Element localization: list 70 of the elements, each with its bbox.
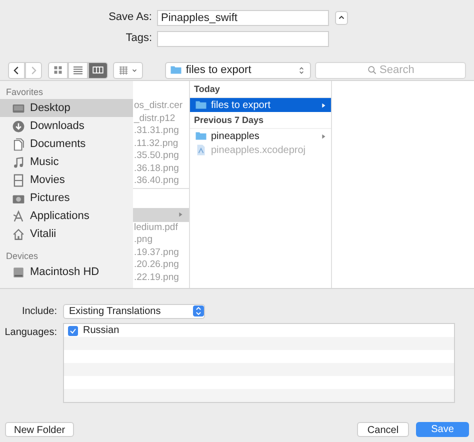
disclosure-arrow-icon bbox=[320, 102, 327, 108]
disclosure-arrow-icon bbox=[320, 132, 327, 140]
file-name[interactable]: .20.26.png bbox=[133, 259, 189, 272]
folder-row[interactable]: pineapples bbox=[190, 129, 331, 143]
list-icon bbox=[72, 64, 84, 76]
file-name[interactable]: .36.40.png bbox=[133, 175, 189, 188]
icon-grid-icon bbox=[52, 64, 64, 76]
field-label: Include: bbox=[20, 304, 58, 318]
field-label: Languages: bbox=[4, 326, 58, 340]
include-popup[interactable]: Existing Translations bbox=[63, 304, 205, 318]
sidebar-item[interactable]: Movies bbox=[0, 171, 133, 189]
house-icon bbox=[12, 228, 25, 240]
file-name[interactable]: ledium.pdf bbox=[133, 222, 189, 234]
music-note-icon bbox=[12, 156, 25, 168]
sidebar-item[interactable]: Music bbox=[0, 153, 133, 171]
project-file-icon bbox=[195, 144, 207, 156]
file-name[interactable]: os_distr.cer bbox=[133, 100, 189, 112]
stepper-icon bbox=[193, 304, 204, 318]
save-button[interactable]: Save bbox=[416, 422, 469, 437]
icon-view-button[interactable] bbox=[48, 62, 68, 78]
checkbox[interactable] bbox=[68, 326, 78, 336]
sidebar-item[interactable]: Pictures bbox=[0, 189, 133, 207]
sidebar-item[interactable]: Vitalii bbox=[0, 225, 133, 243]
text-field[interactable]: Pinapples_swift bbox=[157, 10, 329, 26]
field-label: Save As: bbox=[108, 10, 153, 26]
file-name[interactable]: .png bbox=[133, 234, 189, 246]
column-view-button[interactable] bbox=[88, 62, 108, 78]
download-icon bbox=[12, 120, 25, 132]
file-name[interactable]: .35.50.png bbox=[133, 150, 189, 162]
chevron-up-icon bbox=[337, 13, 346, 22]
document-icon bbox=[12, 138, 25, 150]
app-icon bbox=[12, 210, 25, 222]
folder-icon bbox=[195, 99, 207, 111]
sidebar-item[interactable]: Documents bbox=[0, 135, 133, 153]
file-name[interactable]: _distr.p12 bbox=[133, 112, 189, 125]
sidebar-item[interactable]: Macintosh HD bbox=[0, 263, 133, 281]
desktop-icon bbox=[12, 102, 25, 114]
folder-icon bbox=[170, 64, 182, 76]
folder-row[interactable]: files to export bbox=[190, 98, 331, 112]
arrange-button[interactable] bbox=[113, 62, 143, 78]
sidebar-item[interactable]: Desktop bbox=[0, 99, 133, 117]
caret-icon bbox=[130, 66, 138, 74]
checkmark-icon bbox=[69, 326, 77, 334]
stepper-icon bbox=[296, 66, 306, 74]
section-header: Devices bbox=[5, 250, 40, 263]
back-button[interactable] bbox=[8, 62, 25, 78]
new-folder-button[interactable]: New Folder bbox=[5, 422, 74, 437]
film-icon bbox=[12, 174, 25, 186]
section-header: Favorites bbox=[5, 86, 44, 99]
grid-icon bbox=[118, 64, 129, 76]
file-name[interactable]: .36.18.png bbox=[133, 162, 189, 175]
group-header: Previous 7 Days bbox=[190, 112, 331, 129]
location-popup[interactable]: files to export bbox=[164, 62, 311, 78]
sidebar-item[interactable]: Downloads bbox=[0, 117, 133, 135]
list-view-button[interactable] bbox=[68, 62, 88, 78]
file-name[interactable]: .22.19.png bbox=[133, 272, 189, 284]
language-label: Russian bbox=[83, 324, 120, 338]
file-name[interactable]: .31.31.png bbox=[133, 125, 189, 138]
text-field[interactable] bbox=[157, 30, 329, 46]
field-label: Tags: bbox=[124, 31, 153, 46]
search-icon bbox=[366, 65, 377, 75]
columns-icon bbox=[92, 64, 104, 76]
disclosure-arrow-icon bbox=[177, 211, 184, 218]
cancel-button[interactable]: Cancel bbox=[357, 422, 409, 437]
folder-icon bbox=[195, 130, 207, 142]
sidebar-item[interactable]: Applications bbox=[0, 207, 133, 225]
expand-button[interactable] bbox=[335, 10, 348, 24]
drive-icon bbox=[12, 266, 25, 278]
file-name[interactable]: .11.32.png bbox=[133, 138, 189, 150]
file-name[interactable]: .19.37.png bbox=[133, 246, 189, 259]
